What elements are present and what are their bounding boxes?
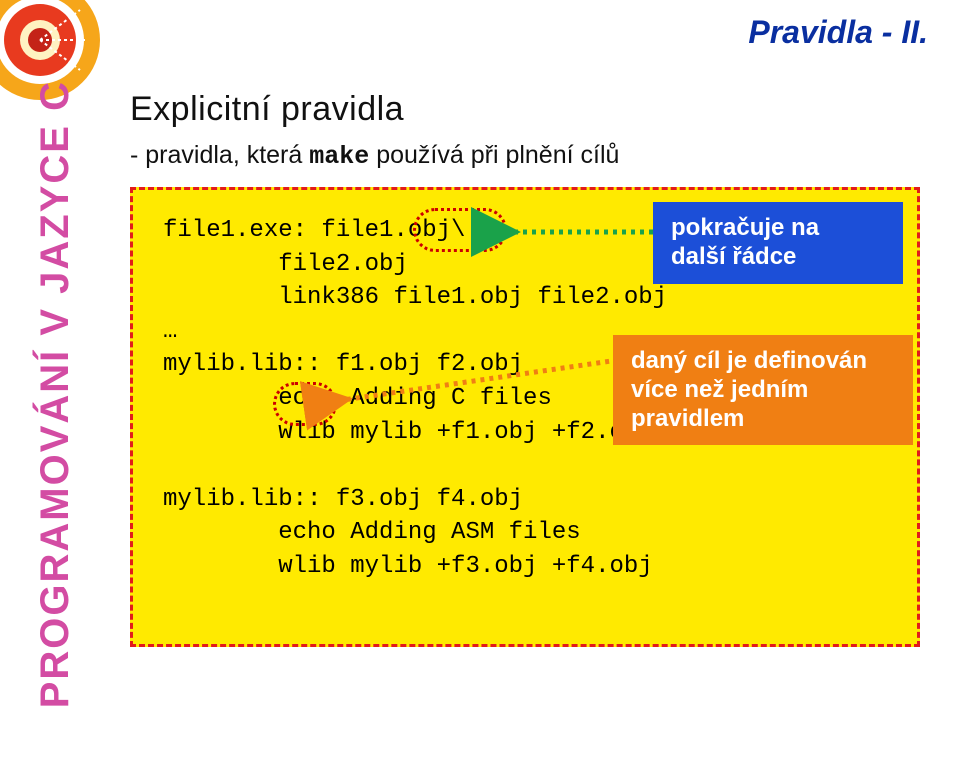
desc-suffix: používá při plnění cílů [369,141,619,169]
code-line-2: file2.obj [163,251,408,278]
sidebar-title: PROGRAMOVÁNÍ V JAZYCE C [33,80,78,708]
code-line-11: wlib mylib +f3.obj +f4.obj [163,553,653,580]
desc-code: make [309,142,369,171]
code-box: file1.exe: file1.obj\ file2.obj link386 … [130,187,920,647]
highlight-circle-double-colon [273,382,337,426]
callout-continues-next-line: pokračuje na další řádce [653,202,903,284]
callout-multiple-rules: daný cíl je definován více než jedním pr… [613,335,913,445]
code-line-10: echo Adding ASM files [163,519,581,546]
code-line-4: … [163,318,177,345]
desc-prefix: - pravidla, která [130,141,309,169]
callout-2-line-3: pravidlem [631,405,895,434]
description: - pravidla, která make používá při plněn… [130,141,960,171]
callout-1-line-1: pokračuje na [671,214,885,243]
callout-2-line-2: více než jedním [631,376,895,405]
code-line-6: echo Adding C files [163,385,552,412]
code-line-3: link386 file1.obj file2.obj [163,284,667,311]
code-line-5: mylib.lib:: f1.obj f2.obj [163,351,523,378]
callout-1-line-2: další řádce [671,243,885,272]
sidebar: PROGRAMOVÁNÍ V JAZYCE C [30,0,80,768]
callout-2-line-1: daný cíl je definován [631,347,895,376]
subheading: Explicitní pravidla [130,90,960,129]
code-line-9: mylib.lib:: f3.obj f4.obj [163,486,523,513]
content-area: Explicitní pravidla - pravidla, která ma… [130,90,960,647]
slide: PROGRAMOVÁNÍ V JAZYCE C Pravidla - II. E… [0,0,960,768]
highlight-circle-backslash [413,208,507,252]
page-title: Pravidla - II. [748,14,928,51]
code-line-7: wlib mylib +f1.obj +f2.obj [163,419,653,446]
